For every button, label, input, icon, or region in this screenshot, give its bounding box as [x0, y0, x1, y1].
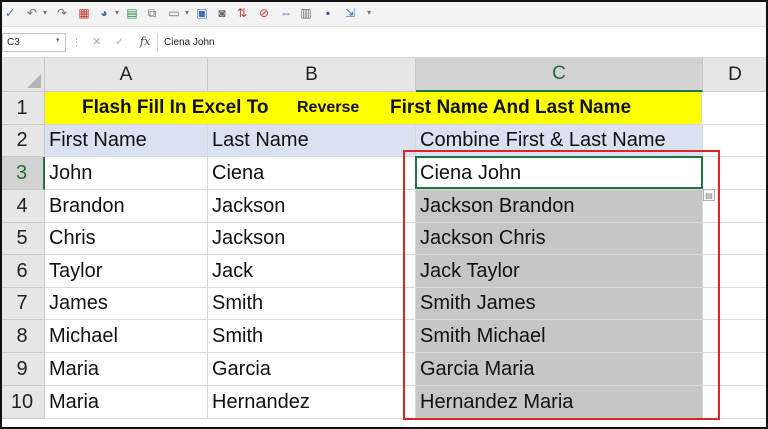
spell-check-icon[interactable]: ✓: [2, 4, 18, 22]
row-header-4[interactable]: 4: [0, 190, 45, 223]
redo-icon[interactable]: ↷: [54, 4, 70, 22]
cell-last-name[interactable]: Hernandez: [208, 386, 416, 419]
select-all-button[interactable]: [0, 58, 45, 92]
cell-first-name[interactable]: Michael: [45, 320, 208, 353]
pie-chart-icon[interactable]: ◕: [96, 4, 112, 22]
row-header-9[interactable]: 9: [0, 353, 45, 386]
cell-d1[interactable]: [703, 92, 768, 125]
row-header-2[interactable]: 2: [0, 125, 45, 157]
cell-last-name[interactable]: Smith: [208, 288, 416, 320]
print-icon[interactable]: ▥: [298, 4, 314, 22]
cell-first-name[interactable]: John: [45, 157, 208, 190]
cell-first-name[interactable]: Taylor: [45, 255, 208, 288]
quick-access-toolbar: ✓ ↶ ▾ ↷ ▦ ◕ ▾ ▤ ⧉ ▭ ▾ ▣ ◙ ⇅ ⊘ ⇔ ▥ ▪ ⇲ ▾: [0, 0, 768, 27]
sort-icon[interactable]: ⇅: [234, 4, 250, 22]
confirm-icon[interactable]: ✓: [115, 34, 124, 50]
view-icon[interactable]: ▣: [194, 4, 210, 22]
column-header-a[interactable]: A: [45, 58, 208, 92]
title-cell[interactable]: Flash Fill In Excel To Reverse First Nam…: [45, 92, 702, 125]
row-header-10[interactable]: 10: [0, 386, 45, 419]
paste-icon[interactable]: ▭: [166, 4, 182, 22]
row-header-8[interactable]: 8: [0, 320, 45, 353]
row-header-3[interactable]: 3: [0, 157, 45, 190]
paste-dropdown-icon[interactable]: ▾: [182, 4, 192, 22]
camera-icon[interactable]: ◙: [214, 4, 230, 22]
undo-icon[interactable]: ↶: [24, 4, 40, 22]
row-header-1[interactable]: 1: [0, 92, 45, 125]
cell-last-name[interactable]: Jackson: [208, 190, 416, 223]
cancel-icon[interactable]: ✕: [92, 34, 101, 50]
undo-dropdown-icon[interactable]: ▾: [40, 4, 50, 22]
cell-first-name[interactable]: Maria: [45, 386, 208, 419]
highlight-annotation-box: [403, 150, 720, 420]
row-header-6[interactable]: 6: [0, 255, 45, 288]
cell-last-name[interactable]: Garcia: [208, 353, 416, 386]
chart-dropdown-icon[interactable]: ▾: [112, 4, 122, 22]
column-header-d[interactable]: D: [703, 58, 768, 92]
center-icon[interactable]: ⇔: [278, 4, 294, 22]
filter-icon[interactable]: ⊘: [256, 4, 272, 22]
copy-icon[interactable]: ⧉: [144, 4, 160, 22]
column-header-c[interactable]: C: [416, 58, 703, 92]
title-text-reverse: Reverse: [297, 99, 360, 116]
cell-first-name[interactable]: James: [45, 288, 208, 320]
save-icon[interactable]: ▪: [320, 4, 336, 22]
cell-last-name[interactable]: Smith: [208, 320, 416, 353]
formula-input[interactable]: Ciena John: [164, 33, 215, 52]
cell-first-name[interactable]: Brandon: [45, 190, 208, 223]
formula-bar-grip-icon: ⋮: [72, 37, 82, 47]
row-header-5[interactable]: 5: [0, 223, 45, 255]
row-header-7[interactable]: 7: [0, 288, 45, 320]
title-text-part1: Flash Fill In Excel To: [82, 97, 269, 118]
new-sheet-icon[interactable]: ▦: [76, 4, 92, 22]
cell-last-name[interactable]: Jack: [208, 255, 416, 288]
formula-bar-divider: [157, 33, 158, 52]
export-icon[interactable]: ⇲: [342, 4, 358, 22]
title-text-part3: First Name And Last Name: [390, 97, 632, 118]
insert-function-button[interactable]: fx: [140, 34, 150, 50]
formula-bar: C3 ▾ ⋮ ✕ ✓ fx Ciena John: [0, 27, 768, 58]
cell-first-name[interactable]: Chris: [45, 223, 208, 255]
more-icon[interactable]: ▾: [364, 4, 374, 22]
cell-first-name[interactable]: Maria: [45, 353, 208, 386]
header-last-name[interactable]: Last Name: [208, 125, 416, 157]
cell-last-name[interactable]: Jackson: [208, 223, 416, 255]
format-icon[interactable]: ▤: [124, 4, 140, 22]
column-header-b[interactable]: B: [208, 58, 416, 92]
cell-last-name[interactable]: Ciena: [208, 157, 416, 190]
header-first-name[interactable]: First Name: [45, 125, 208, 157]
name-box-dropdown-icon[interactable]: ▾: [56, 36, 60, 44]
